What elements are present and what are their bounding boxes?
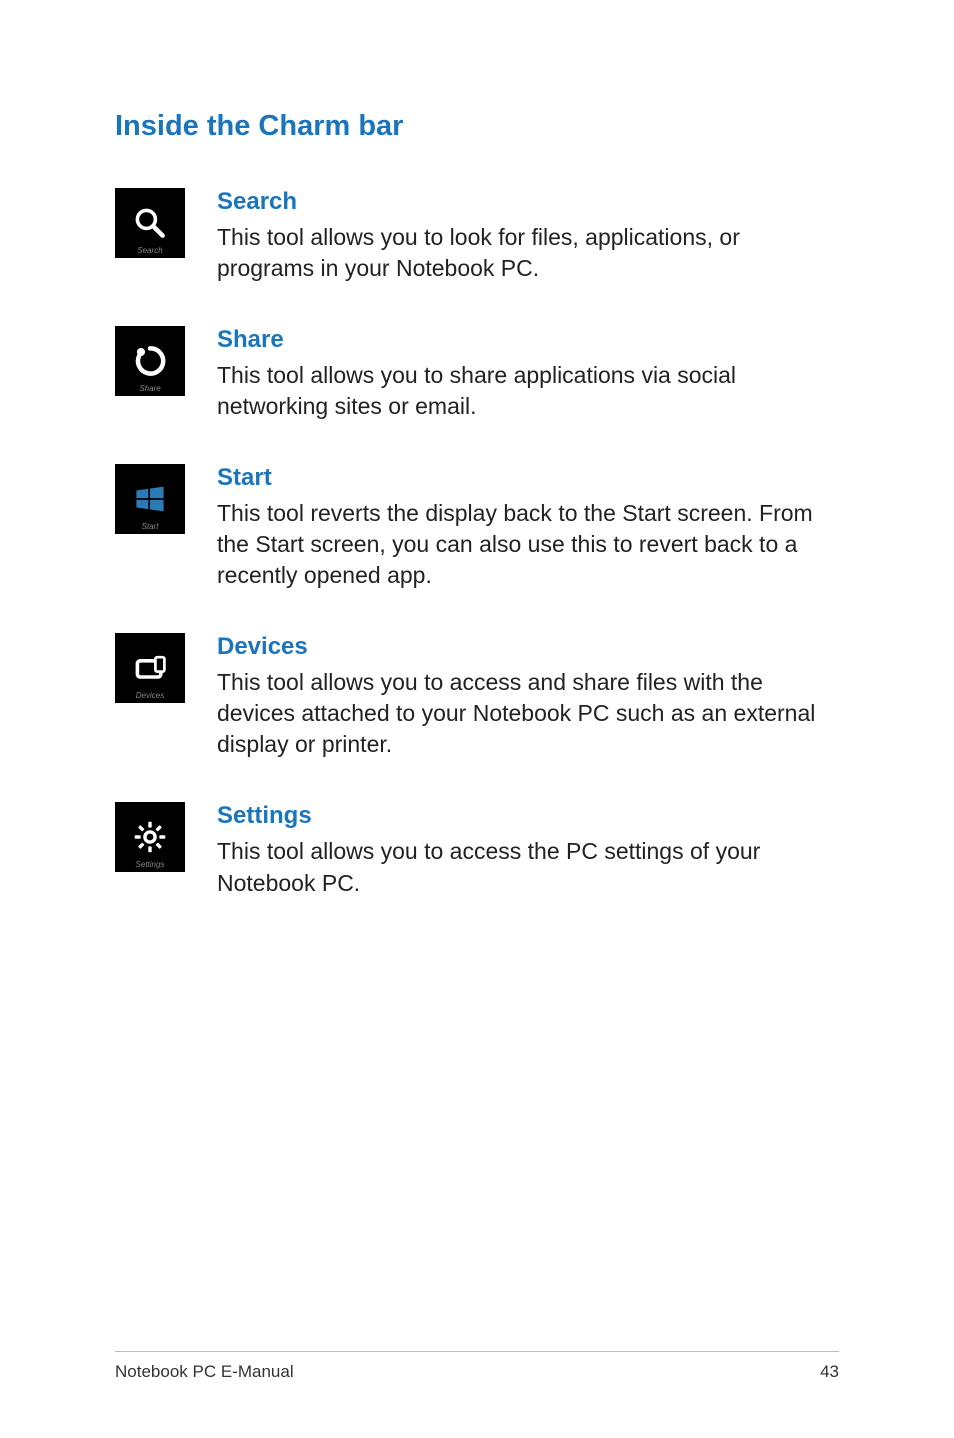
charm-desc-settings: This tool allows you to access the PC se…: [217, 836, 839, 898]
charm-title-share: Share: [217, 326, 839, 354]
page-content: Inside the Charm bar Search Search This …: [0, 0, 954, 899]
charm-title-search: Search: [217, 188, 839, 216]
charm-text-block: Devices This tool allows you to access a…: [217, 633, 839, 760]
charm-text-block: Search This tool allows you to look for …: [217, 188, 839, 284]
start-icon-label: Start: [115, 522, 185, 531]
start-charm-icon: Start: [115, 464, 185, 534]
charm-text-block: Share This tool allows you to share appl…: [217, 326, 839, 422]
charm-text-block: Settings This tool allows you to access …: [217, 802, 839, 898]
charm-title-devices: Devices: [217, 633, 839, 661]
share-icon: [128, 339, 172, 383]
share-icon-label: Share: [115, 384, 185, 393]
settings-icon: [128, 815, 172, 859]
charm-desc-devices: This tool allows you to access and share…: [217, 667, 839, 760]
search-icon: [128, 201, 172, 245]
start-icon: [128, 477, 172, 521]
settings-charm-icon: Settings: [115, 802, 185, 872]
page-footer: Notebook PC E-Manual 43: [115, 1351, 839, 1382]
search-icon-label: Search: [115, 246, 185, 255]
settings-icon-label: Settings: [115, 860, 185, 869]
charm-desc-start: This tool reverts the display back to th…: [217, 498, 839, 591]
charm-title-start: Start: [217, 464, 839, 492]
charm-title-settings: Settings: [217, 802, 839, 830]
footer-page-number: 43: [820, 1362, 839, 1382]
charm-item-settings: Settings Settings This tool allows you t…: [115, 802, 839, 898]
section-title: Inside the Charm bar: [115, 110, 839, 143]
search-charm-icon: Search: [115, 188, 185, 258]
devices-icon-label: Devices: [115, 691, 185, 700]
share-charm-icon: Share: [115, 326, 185, 396]
footer-document-title: Notebook PC E-Manual: [115, 1362, 294, 1382]
charm-desc-search: This tool allows you to look for files, …: [217, 222, 839, 284]
charm-item-search: Search Search This tool allows you to lo…: [115, 188, 839, 284]
devices-icon: [128, 646, 172, 690]
charm-item-devices: Devices Devices This tool allows you to …: [115, 633, 839, 760]
devices-charm-icon: Devices: [115, 633, 185, 703]
charm-item-share: Share Share This tool allows you to shar…: [115, 326, 839, 422]
charm-item-start: Start Start This tool reverts the displa…: [115, 464, 839, 591]
charm-text-block: Start This tool reverts the display back…: [217, 464, 839, 591]
charm-desc-share: This tool allows you to share applicatio…: [217, 360, 839, 422]
